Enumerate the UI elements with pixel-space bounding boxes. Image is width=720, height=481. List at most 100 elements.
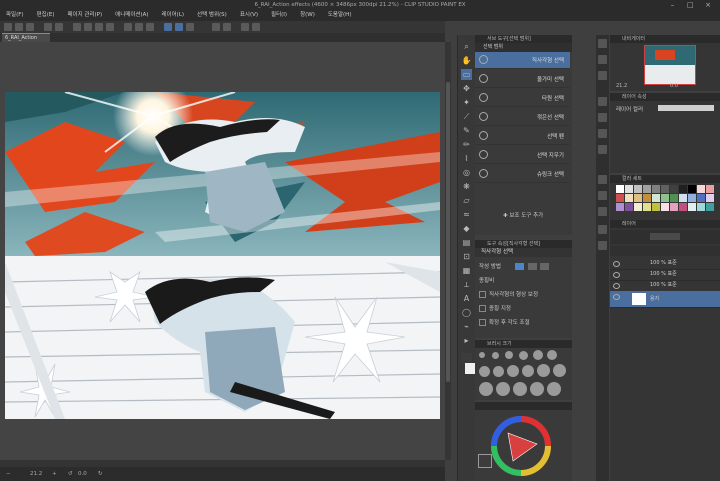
history-icon[interactable] [598, 145, 607, 154]
open-file-icon[interactable] [15, 23, 23, 31]
color-swatch[interactable] [634, 203, 642, 211]
creation-method-add-icon[interactable] [527, 263, 537, 270]
eye-icon[interactable] [613, 261, 620, 267]
snap-ruler-icon[interactable] [164, 23, 172, 31]
color-swatch[interactable] [679, 203, 687, 211]
color-swatch[interactable] [652, 194, 660, 202]
shape-correct-row[interactable]: 직사각형의 형상 보정 [479, 290, 538, 298]
brush-size-preset[interactable] [547, 350, 557, 360]
redo-icon[interactable] [55, 23, 63, 31]
canvas-vertical-scrollbar[interactable] [445, 42, 451, 460]
color-swatch[interactable] [616, 185, 624, 193]
color-swatch[interactable] [670, 203, 678, 211]
info-icon[interactable] [598, 71, 607, 80]
menu-page[interactable]: 페이지 관리(P) [61, 10, 109, 21]
color-swatch[interactable] [616, 194, 624, 202]
subtool-item[interactable]: 타원 선택 [475, 90, 570, 107]
navigator-zoom[interactable]: 21.2 [616, 83, 627, 89]
color-wheel[interactable] [491, 416, 551, 476]
brush-size-preset[interactable] [519, 351, 528, 360]
invert-selection-icon[interactable] [135, 23, 143, 31]
blend-mode-select[interactable] [650, 233, 680, 240]
selection-tool-icon[interactable]: ▭ [461, 69, 472, 80]
ruler-icon[interactable]: ⟂ [461, 279, 472, 290]
color-swatch[interactable] [661, 185, 669, 193]
sub-view-icon[interactable] [598, 55, 607, 64]
assets-icon[interactable] [223, 23, 231, 31]
color-swatch[interactable] [634, 194, 642, 202]
creation-method-sub-icon[interactable] [540, 263, 550, 270]
figure-icon[interactable]: ⊡ [461, 251, 472, 262]
menu-window[interactable]: 창(W) [294, 10, 322, 21]
brush-tool-icon[interactable]: ⌇ [461, 153, 472, 164]
brush-size-preset[interactable] [553, 364, 566, 377]
zoom-tool-icon[interactable]: ⌕ [461, 41, 472, 52]
eye-icon[interactable] [613, 272, 620, 278]
menu-layer[interactable]: 레이어(L) [156, 10, 192, 21]
zoom-value[interactable]: 21.2 [30, 467, 42, 481]
brush-size-preset[interactable] [492, 352, 499, 359]
materials-icon[interactable] [598, 241, 607, 250]
frame-icon[interactable]: ▦ [461, 265, 472, 276]
auto-select-icon[interactable]: ✦ [461, 97, 472, 108]
rotate-left-icon[interactable]: ↺ [68, 467, 73, 481]
gradient-icon[interactable]: ▤ [461, 237, 472, 248]
color-swatch[interactable] [643, 194, 651, 202]
clear-outside-icon[interactable] [84, 23, 92, 31]
menu-help[interactable]: 도움말(H) [322, 10, 359, 21]
color-swatch[interactable] [697, 194, 705, 202]
navigator-icon[interactable] [598, 39, 607, 48]
add-subtool-button[interactable]: ✚ 보조 도구 추가 [503, 211, 543, 219]
brush-size-preset[interactable] [530, 382, 544, 396]
brush-size-preset[interactable] [537, 364, 550, 377]
color-swatch[interactable] [688, 194, 696, 202]
color-swatch[interactable] [643, 185, 651, 193]
menu-view[interactable]: 표시(V) [234, 10, 265, 21]
brush-size-preset[interactable] [507, 365, 519, 377]
rotate-right-icon[interactable]: ↻ [98, 467, 103, 481]
color-swatch[interactable] [670, 185, 678, 193]
save-icon[interactable] [26, 23, 34, 31]
layer-row-selected[interactable]: 용지 [610, 291, 720, 308]
subtool-item[interactable]: 슈링크 선택 [475, 166, 570, 183]
layer-color-slider[interactable] [658, 105, 714, 111]
color-swatch[interactable] [670, 194, 678, 202]
brush-size-preset[interactable] [513, 382, 527, 396]
color-swatch[interactable] [706, 185, 714, 193]
subtool-item[interactable]: 올가미 선택 [475, 71, 570, 88]
decoration-icon[interactable]: ❋ [461, 181, 472, 192]
pen-tool-icon[interactable]: ✎ [461, 125, 472, 136]
layer-property-icon[interactable] [598, 97, 607, 106]
brush-size-preset[interactable] [496, 382, 510, 396]
color-swatch[interactable] [652, 203, 660, 211]
brush-size-preset[interactable] [505, 351, 513, 359]
color-swatch[interactable] [652, 185, 660, 193]
rotate-value[interactable]: 0.0 [78, 467, 87, 481]
navigator-preview[interactable] [644, 45, 696, 85]
color-swatch[interactable] [688, 185, 696, 193]
color-swatch[interactable] [697, 203, 705, 211]
color-swatch[interactable] [706, 203, 714, 211]
subtool-item[interactable]: 선택 펜 [475, 128, 570, 145]
aspect-row[interactable]: 종횡비 [479, 276, 494, 284]
canvas-artwork[interactable] [5, 92, 440, 419]
shape-correct-checkbox[interactable] [479, 291, 486, 298]
new-file-icon[interactable] [4, 23, 12, 31]
airbrush-icon[interactable]: ◎ [461, 167, 472, 178]
color-swatch[interactable] [679, 185, 687, 193]
blend-icon[interactable]: ≈ [461, 209, 472, 220]
clip-studio-icon[interactable] [212, 23, 220, 31]
transform-icon[interactable] [106, 23, 114, 31]
subtool-group-tab[interactable]: 선택 범위 [475, 43, 572, 52]
color-swatch[interactable] [661, 203, 669, 211]
hand-tool-icon[interactable]: ✋ [461, 55, 472, 66]
navigator-angle[interactable]: 0.0 [670, 83, 678, 89]
smartphone-icon[interactable] [252, 23, 260, 31]
close-icon[interactable]: × [700, 1, 716, 10]
menu-animation[interactable]: 애니메이션(A) [109, 10, 155, 21]
color-swatch[interactable] [661, 194, 669, 202]
clear-icon[interactable] [73, 23, 81, 31]
eyedropper-icon[interactable]: ⟋ [461, 111, 472, 122]
maximize-icon[interactable]: □ [682, 1, 698, 10]
minimize-icon[interactable]: – [665, 1, 681, 10]
